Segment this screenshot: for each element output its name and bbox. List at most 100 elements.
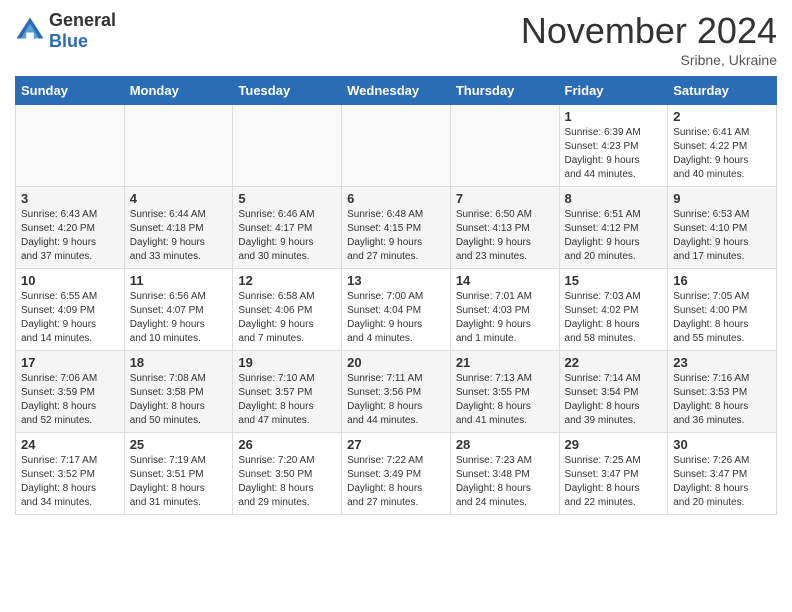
day-info: Sunrise: 6:41 AM Sunset: 4:22 PM Dayligh… bbox=[673, 126, 771, 182]
day-info: Sunrise: 7:20 AM Sunset: 3:50 PM Dayligh… bbox=[238, 454, 336, 510]
day-number: 24 bbox=[21, 437, 119, 452]
day-info: Sunrise: 7:16 AM Sunset: 3:53 PM Dayligh… bbox=[673, 372, 771, 428]
day-info: Sunrise: 7:19 AM Sunset: 3:51 PM Dayligh… bbox=[130, 454, 228, 510]
calendar-cell: 20 Sunrise: 7:11 AM Sunset: 3:56 PM Dayli… bbox=[342, 351, 451, 433]
calendar-cell: 22 Sunrise: 7:14 AM Sunset: 3:54 PM Dayli… bbox=[559, 351, 668, 433]
logo: General Blue bbox=[15, 10, 116, 52]
calendar-cell: 19 Sunrise: 7:10 AM Sunset: 3:57 PM Dayli… bbox=[233, 351, 342, 433]
day-info: Sunrise: 6:51 AM Sunset: 4:12 PM Dayligh… bbox=[565, 208, 663, 264]
day-info: Sunrise: 6:48 AM Sunset: 4:15 PM Dayligh… bbox=[347, 208, 445, 264]
day-info: Sunrise: 7:11 AM Sunset: 3:56 PM Dayligh… bbox=[347, 372, 445, 428]
calendar-cell: 26 Sunrise: 7:20 AM Sunset: 3:50 PM Dayli… bbox=[233, 433, 342, 515]
calendar-table: Sunday Monday Tuesday Wednesday Thursday… bbox=[15, 76, 777, 515]
day-number: 16 bbox=[673, 273, 771, 288]
day-info: Sunrise: 7:25 AM Sunset: 3:47 PM Dayligh… bbox=[565, 454, 663, 510]
calendar-cell: 8 Sunrise: 6:51 AM Sunset: 4:12 PM Daylig… bbox=[559, 187, 668, 269]
col-tuesday: Tuesday bbox=[233, 77, 342, 105]
calendar-cell bbox=[342, 105, 451, 187]
day-info: Sunrise: 7:06 AM Sunset: 3:59 PM Dayligh… bbox=[21, 372, 119, 428]
calendar-cell: 24 Sunrise: 7:17 AM Sunset: 3:52 PM Dayli… bbox=[16, 433, 125, 515]
day-number: 11 bbox=[130, 273, 228, 288]
week-row-5: 24 Sunrise: 7:17 AM Sunset: 3:52 PM Dayli… bbox=[16, 433, 777, 515]
day-info: Sunrise: 7:05 AM Sunset: 4:00 PM Dayligh… bbox=[673, 290, 771, 346]
day-info: Sunrise: 6:58 AM Sunset: 4:06 PM Dayligh… bbox=[238, 290, 336, 346]
day-number: 17 bbox=[21, 355, 119, 370]
day-number: 21 bbox=[456, 355, 554, 370]
calendar-cell bbox=[124, 105, 233, 187]
day-number: 29 bbox=[565, 437, 663, 452]
day-number: 20 bbox=[347, 355, 445, 370]
header: General Blue November 2024 Sribne, Ukrai… bbox=[15, 10, 777, 68]
calendar-cell: 10Sunrise: 6:55 AM Sunset: 4:09 PM Dayli… bbox=[16, 269, 125, 351]
day-info: Sunrise: 6:43 AM Sunset: 4:20 PM Dayligh… bbox=[21, 208, 119, 264]
day-info: Sunrise: 7:00 AM Sunset: 4:04 PM Dayligh… bbox=[347, 290, 445, 346]
day-number: 4 bbox=[130, 191, 228, 206]
day-info: Sunrise: 7:17 AM Sunset: 3:52 PM Dayligh… bbox=[21, 454, 119, 510]
day-info: Sunrise: 7:26 AM Sunset: 3:47 PM Dayligh… bbox=[673, 454, 771, 510]
col-thursday: Thursday bbox=[450, 77, 559, 105]
calendar-cell: 2Sunrise: 6:41 AM Sunset: 4:22 PM Daylig… bbox=[668, 105, 777, 187]
week-row-1: 1Sunrise: 6:39 AM Sunset: 4:23 PM Daylig… bbox=[16, 105, 777, 187]
day-number: 6 bbox=[347, 191, 445, 206]
calendar-cell: 11 Sunrise: 6:56 AM Sunset: 4:07 PM Dayli… bbox=[124, 269, 233, 351]
logo-text: General Blue bbox=[49, 10, 116, 52]
calendar-cell: 21 Sunrise: 7:13 AM Sunset: 3:55 PM Dayli… bbox=[450, 351, 559, 433]
day-number: 7 bbox=[456, 191, 554, 206]
day-number: 12 bbox=[238, 273, 336, 288]
page: General Blue November 2024 Sribne, Ukrai… bbox=[0, 0, 792, 525]
calendar-cell: 7 Sunrise: 6:50 AM Sunset: 4:13 PM Daylig… bbox=[450, 187, 559, 269]
day-number: 22 bbox=[565, 355, 663, 370]
day-info: Sunrise: 6:56 AM Sunset: 4:07 PM Dayligh… bbox=[130, 290, 228, 346]
calendar-cell bbox=[450, 105, 559, 187]
day-info: Sunrise: 6:44 AM Sunset: 4:18 PM Dayligh… bbox=[130, 208, 228, 264]
calendar-cell: 3Sunrise: 6:43 AM Sunset: 4:20 PM Daylig… bbox=[16, 187, 125, 269]
calendar-cell: 5Sunrise: 6:46 AM Sunset: 4:17 PM Daylig… bbox=[233, 187, 342, 269]
location-subtitle: Sribne, Ukraine bbox=[521, 52, 777, 68]
calendar-cell: 12 Sunrise: 6:58 AM Sunset: 4:06 PM Dayli… bbox=[233, 269, 342, 351]
day-number: 26 bbox=[238, 437, 336, 452]
day-info: Sunrise: 7:14 AM Sunset: 3:54 PM Dayligh… bbox=[565, 372, 663, 428]
day-info: Sunrise: 6:46 AM Sunset: 4:17 PM Dayligh… bbox=[238, 208, 336, 264]
day-info: Sunrise: 6:55 AM Sunset: 4:09 PM Dayligh… bbox=[21, 290, 119, 346]
day-number: 23 bbox=[673, 355, 771, 370]
day-number: 15 bbox=[565, 273, 663, 288]
calendar-cell: 18Sunrise: 7:08 AM Sunset: 3:58 PM Dayli… bbox=[124, 351, 233, 433]
day-info: Sunrise: 6:50 AM Sunset: 4:13 PM Dayligh… bbox=[456, 208, 554, 264]
calendar-cell: 9Sunrise: 6:53 AM Sunset: 4:10 PM Daylig… bbox=[668, 187, 777, 269]
week-row-4: 17 Sunrise: 7:06 AM Sunset: 3:59 PM Dayli… bbox=[16, 351, 777, 433]
calendar-cell: 17 Sunrise: 7:06 AM Sunset: 3:59 PM Dayli… bbox=[16, 351, 125, 433]
logo-blue-text: Blue bbox=[49, 31, 116, 52]
day-info: Sunrise: 6:39 AM Sunset: 4:23 PM Dayligh… bbox=[565, 126, 663, 182]
day-info: Sunrise: 7:13 AM Sunset: 3:55 PM Dayligh… bbox=[456, 372, 554, 428]
calendar-cell: 1Sunrise: 6:39 AM Sunset: 4:23 PM Daylig… bbox=[559, 105, 668, 187]
day-info: Sunrise: 7:10 AM Sunset: 3:57 PM Dayligh… bbox=[238, 372, 336, 428]
col-wednesday: Wednesday bbox=[342, 77, 451, 105]
col-friday: Friday bbox=[559, 77, 668, 105]
day-number: 19 bbox=[238, 355, 336, 370]
week-row-3: 10Sunrise: 6:55 AM Sunset: 4:09 PM Dayli… bbox=[16, 269, 777, 351]
col-monday: Monday bbox=[124, 77, 233, 105]
header-row: Sunday Monday Tuesday Wednesday Thursday… bbox=[16, 77, 777, 105]
calendar-cell: 30 Sunrise: 7:26 AM Sunset: 3:47 PM Dayli… bbox=[668, 433, 777, 515]
calendar-cell bbox=[233, 105, 342, 187]
day-number: 14 bbox=[456, 273, 554, 288]
week-row-2: 3Sunrise: 6:43 AM Sunset: 4:20 PM Daylig… bbox=[16, 187, 777, 269]
calendar-cell: 14 Sunrise: 7:01 AM Sunset: 4:03 PM Dayli… bbox=[450, 269, 559, 351]
calendar-cell: 29 Sunrise: 7:25 AM Sunset: 3:47 PM Dayli… bbox=[559, 433, 668, 515]
day-info: Sunrise: 7:01 AM Sunset: 4:03 PM Dayligh… bbox=[456, 290, 554, 346]
day-info: Sunrise: 7:23 AM Sunset: 3:48 PM Dayligh… bbox=[456, 454, 554, 510]
day-number: 8 bbox=[565, 191, 663, 206]
calendar-cell: 25Sunrise: 7:19 AM Sunset: 3:51 PM Dayli… bbox=[124, 433, 233, 515]
calendar-cell: 16 Sunrise: 7:05 AM Sunset: 4:00 PM Dayli… bbox=[668, 269, 777, 351]
day-info: Sunrise: 7:03 AM Sunset: 4:02 PM Dayligh… bbox=[565, 290, 663, 346]
day-number: 30 bbox=[673, 437, 771, 452]
day-number: 13 bbox=[347, 273, 445, 288]
day-number: 9 bbox=[673, 191, 771, 206]
day-number: 28 bbox=[456, 437, 554, 452]
month-title: November 2024 bbox=[521, 10, 777, 52]
calendar-cell: 6 Sunrise: 6:48 AM Sunset: 4:15 PM Daylig… bbox=[342, 187, 451, 269]
calendar-cell: 15 Sunrise: 7:03 AM Sunset: 4:02 PM Dayli… bbox=[559, 269, 668, 351]
calendar-cell: 28 Sunrise: 7:23 AM Sunset: 3:48 PM Dayli… bbox=[450, 433, 559, 515]
col-saturday: Saturday bbox=[668, 77, 777, 105]
day-info: Sunrise: 7:08 AM Sunset: 3:58 PM Dayligh… bbox=[130, 372, 228, 428]
